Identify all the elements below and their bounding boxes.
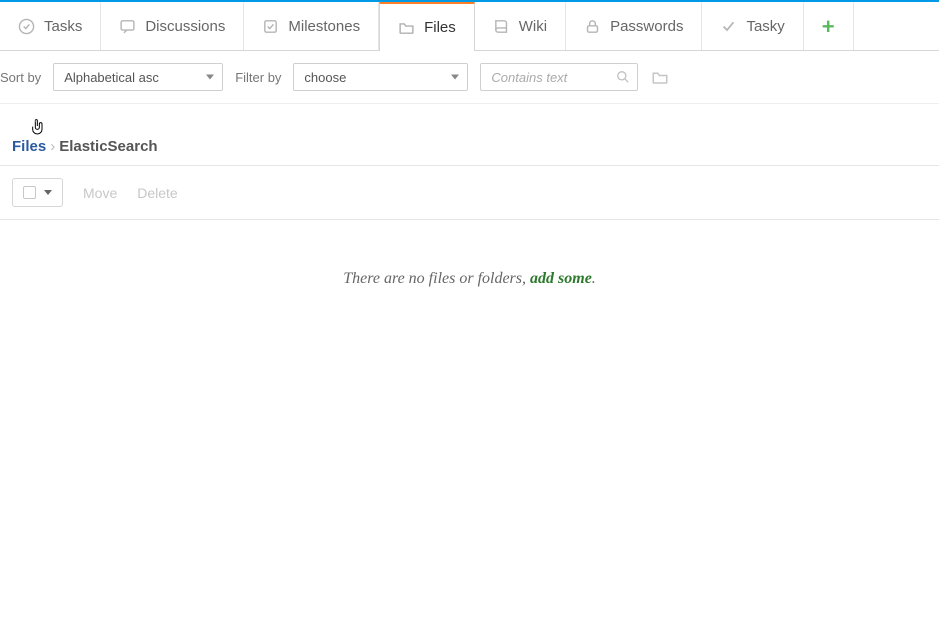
sort-label: Sort by xyxy=(0,70,41,85)
check-icon xyxy=(720,18,737,35)
empty-suffix: . xyxy=(592,270,596,287)
check-circle-icon xyxy=(18,18,35,35)
pointer-cursor-icon xyxy=(30,118,46,136)
checkbox-icon xyxy=(262,18,279,35)
tab-label: Tasks xyxy=(44,18,82,35)
tab-label: Files xyxy=(424,19,456,36)
tab-label: Passwords xyxy=(610,18,683,35)
tab-add[interactable]: + xyxy=(804,2,854,50)
folder-icon xyxy=(398,19,415,36)
add-some-link[interactable]: add some xyxy=(530,270,592,287)
caret-down-icon xyxy=(451,75,459,80)
breadcrumb-separator: › xyxy=(50,138,55,155)
filter-label: Filter by xyxy=(235,70,281,85)
tab-milestones[interactable]: Milestones xyxy=(244,2,379,50)
tab-label: Milestones xyxy=(288,18,360,35)
tab-discussions[interactable]: Discussions xyxy=(101,2,244,50)
breadcrumb: Files › ElasticSearch xyxy=(0,104,939,161)
caret-down-icon xyxy=(44,190,52,195)
folder-picker-button[interactable] xyxy=(650,67,670,87)
select-all-dropdown[interactable] xyxy=(12,178,63,207)
tab-bar: Tasks Discussions Milestones Files Wiki … xyxy=(0,2,939,51)
move-button[interactable]: Move xyxy=(83,185,117,201)
empty-text: There are no files or folders, xyxy=(343,270,530,287)
sort-select[interactable]: Alphabetical asc xyxy=(53,63,223,91)
tab-label: Discussions xyxy=(145,18,225,35)
search-box[interactable] xyxy=(480,63,638,91)
sort-value: Alphabetical asc xyxy=(64,70,159,85)
tab-passwords[interactable]: Passwords xyxy=(566,2,702,50)
tab-label: Wiki xyxy=(519,18,547,35)
search-icon xyxy=(616,70,630,84)
tab-label: Tasky xyxy=(746,18,784,35)
breadcrumb-root-link[interactable]: Files xyxy=(12,138,46,155)
filter-value: choose xyxy=(304,70,346,85)
caret-down-icon xyxy=(206,75,214,80)
plus-icon: + xyxy=(822,16,835,38)
tab-files[interactable]: Files xyxy=(379,2,475,51)
filter-bar: Sort by Alphabetical asc Filter by choos… xyxy=(0,51,939,104)
comment-icon xyxy=(119,18,136,35)
filter-select[interactable]: choose xyxy=(293,63,468,91)
breadcrumb-current: ElasticSearch xyxy=(59,138,157,155)
checkbox-icon xyxy=(23,186,36,199)
tab-wiki[interactable]: Wiki xyxy=(475,2,566,50)
lock-icon xyxy=(584,18,601,35)
book-icon xyxy=(493,18,510,35)
bulk-toolbar: Move Delete xyxy=(0,165,939,220)
tab-tasky[interactable]: Tasky xyxy=(702,2,803,50)
empty-state: There are no files or folders, add some. xyxy=(0,270,939,288)
tab-tasks[interactable]: Tasks xyxy=(0,2,101,50)
search-input[interactable] xyxy=(481,64,637,90)
delete-button[interactable]: Delete xyxy=(137,185,177,201)
